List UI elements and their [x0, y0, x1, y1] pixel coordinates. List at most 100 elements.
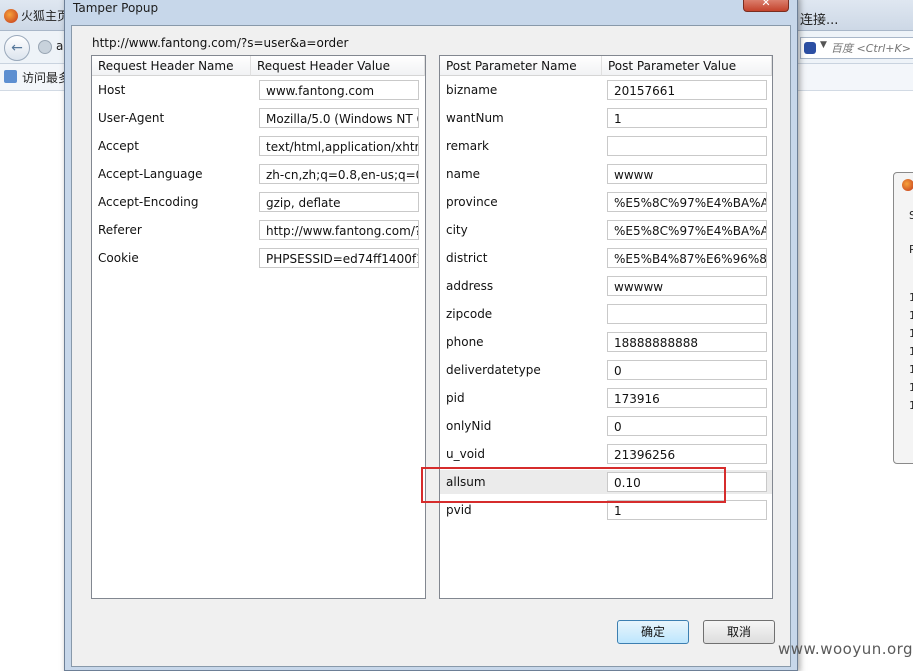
row-name: User-Agent [98, 111, 165, 125]
row-value-input[interactable]: http://www.fantong.com/? [259, 220, 419, 240]
row-name: u_void [446, 447, 485, 461]
column-header-name[interactable]: Post Parameter Name [440, 56, 602, 76]
row-name: address [446, 279, 494, 293]
row-name: wantNum [446, 111, 504, 125]
row-value-input[interactable]: www.fantong.com [259, 80, 419, 100]
row-name: onlyNid [446, 419, 492, 433]
row-value-input[interactable]: 18888888888 [607, 332, 767, 352]
address-bar-text[interactable]: a [56, 39, 63, 53]
side-list-item: 1 [909, 309, 913, 322]
table-row[interactable]: Host www.fantong.com [92, 78, 425, 102]
watermark: www.wooyun.org [778, 640, 913, 658]
table-row[interactable]: name wwww [440, 162, 772, 186]
close-icon[interactable]: ✕ [743, 0, 789, 12]
bookmark-icon [4, 70, 17, 83]
row-name: Cookie [98, 251, 139, 265]
background-side-window: S P 1 1 1 1 1 1 1 [893, 172, 913, 464]
row-name: Accept-Language [98, 167, 203, 181]
dialog-body: http://www.fantong.com/?s=user&a=order R… [71, 25, 791, 667]
row-value-input[interactable]: gzip, deflate [259, 192, 419, 212]
side-tab-letter: S [909, 209, 913, 222]
table-row[interactable]: Referer http://www.fantong.com/? [92, 218, 425, 242]
request-headers-table: Request Header Name Request Header Value… [91, 55, 426, 599]
table-row[interactable]: Cookie PHPSESSID=ed74ff1400f1a [92, 246, 425, 270]
row-value-input[interactable]: 1 [607, 108, 767, 128]
table-row[interactable]: Accept-Language zh-cn,zh;q=0.8,en-us;q=0.… [92, 162, 425, 186]
post-parameters-table: Post Parameter Name Post Parameter Value… [439, 55, 773, 599]
row-name: name [446, 167, 481, 181]
row-name: district [446, 251, 488, 265]
table-row[interactable]: Accept text/html,application/xhtm [92, 134, 425, 158]
side-list-item: 1 [909, 363, 913, 376]
table-row[interactable]: province %E5%8C%97%E4%BA%AC [440, 190, 772, 214]
table-row[interactable]: bizname 20157661 [440, 78, 772, 102]
search-input[interactable]: ▼ 百度 <Ctrl+K> [800, 37, 913, 59]
table-row[interactable]: zipcode [440, 302, 772, 326]
row-value-input[interactable]: 21396256 [607, 444, 767, 464]
column-header-value[interactable]: Post Parameter Value [602, 56, 772, 76]
row-value-input[interactable]: 1 [607, 500, 767, 520]
ok-button[interactable]: 确定 [617, 620, 689, 644]
row-value-input[interactable]: 0 [607, 360, 767, 380]
row-name: deliverdatetype [446, 363, 541, 377]
row-name: zipcode [446, 307, 493, 321]
partial-link-text[interactable]: 连接... [800, 9, 838, 28]
globe-icon [38, 40, 52, 54]
row-name: city [446, 223, 468, 237]
row-value-input[interactable]: 0 [607, 416, 767, 436]
row-name: phone [446, 335, 484, 349]
cancel-button[interactable]: 取消 [703, 620, 775, 644]
dialog-title: Tamper Popup [73, 1, 159, 15]
row-value-input[interactable]: %E5%8C%97%E4%BA%AC [607, 192, 767, 212]
row-name: Host [98, 83, 126, 97]
row-name: remark [446, 139, 489, 153]
table-row[interactable]: pid 173916 [440, 386, 772, 410]
column-header-value[interactable]: Request Header Value [251, 56, 425, 76]
side-header-letter: P [909, 243, 913, 256]
table-row[interactable]: city %E5%8C%97%E4%BA%AC [440, 218, 772, 242]
table-row[interactable]: onlyNid 0 [440, 414, 772, 438]
table-row[interactable]: deliverdatetype 0 [440, 358, 772, 382]
request-url: http://www.fantong.com/?s=user&a=order [92, 36, 349, 50]
firefox-icon [4, 9, 18, 23]
table-row[interactable]: address wwwww [440, 274, 772, 298]
baidu-paw-icon [804, 42, 816, 54]
table-row[interactable]: u_void 21396256 [440, 442, 772, 466]
side-list-item: 1 [909, 291, 913, 304]
row-value-input[interactable]: text/html,application/xhtm [259, 136, 419, 156]
side-list-item: 1 [909, 327, 913, 340]
side-list-item: 1 [909, 399, 913, 412]
tamper-popup-dialog: Tamper Popup ✕ http://www.fantong.com/?s… [64, 0, 798, 671]
browser-tab[interactable]: 火狐主页 [4, 5, 69, 27]
firefox-icon [902, 179, 913, 191]
table-row[interactable]: User-Agent Mozilla/5.0 (Windows NT 6 [92, 106, 425, 130]
bookmark-most-visited[interactable]: 访问最多 [22, 69, 70, 86]
column-header-name[interactable]: Request Header Name [92, 56, 251, 76]
row-value-input[interactable] [607, 304, 767, 324]
row-value-input[interactable]: %E5%8C%97%E4%BA%AC [607, 220, 767, 240]
row-value-input[interactable]: PHPSESSID=ed74ff1400f1a [259, 248, 419, 268]
row-value-input[interactable] [607, 136, 767, 156]
search-placeholder: 百度 <Ctrl+K> [831, 42, 911, 55]
row-value-input[interactable]: wwwww [607, 276, 767, 296]
row-value-input[interactable]: 20157661 [607, 80, 767, 100]
table-row[interactable]: wantNum 1 [440, 106, 772, 130]
table-row[interactable]: remark [440, 134, 772, 158]
side-list-item: 1 [909, 381, 913, 394]
row-value-input[interactable]: Mozilla/5.0 (Windows NT 6 [259, 108, 419, 128]
row-value-input[interactable]: %E5%B4%87%E6%96%87 [607, 248, 767, 268]
table-row[interactable]: Accept-Encoding gzip, deflate [92, 190, 425, 214]
table-row[interactable]: district %E5%B4%87%E6%96%87 [440, 246, 772, 270]
side-list-item: 1 [909, 345, 913, 358]
row-value-input[interactable]: 173916 [607, 388, 767, 408]
row-value-input[interactable]: zh-cn,zh;q=0.8,en-us;q=0.5 [259, 164, 419, 184]
row-name: bizname [446, 83, 498, 97]
row-name: pid [446, 391, 465, 405]
row-name: Accept [98, 139, 139, 153]
back-arrow-icon[interactable]: ← [4, 35, 30, 61]
annotation-highlight-box [421, 467, 726, 503]
row-name: province [446, 195, 498, 209]
chevron-down-icon[interactable]: ▼ [820, 40, 827, 50]
row-value-input[interactable]: wwww [607, 164, 767, 184]
table-row[interactable]: phone 18888888888 [440, 330, 772, 354]
